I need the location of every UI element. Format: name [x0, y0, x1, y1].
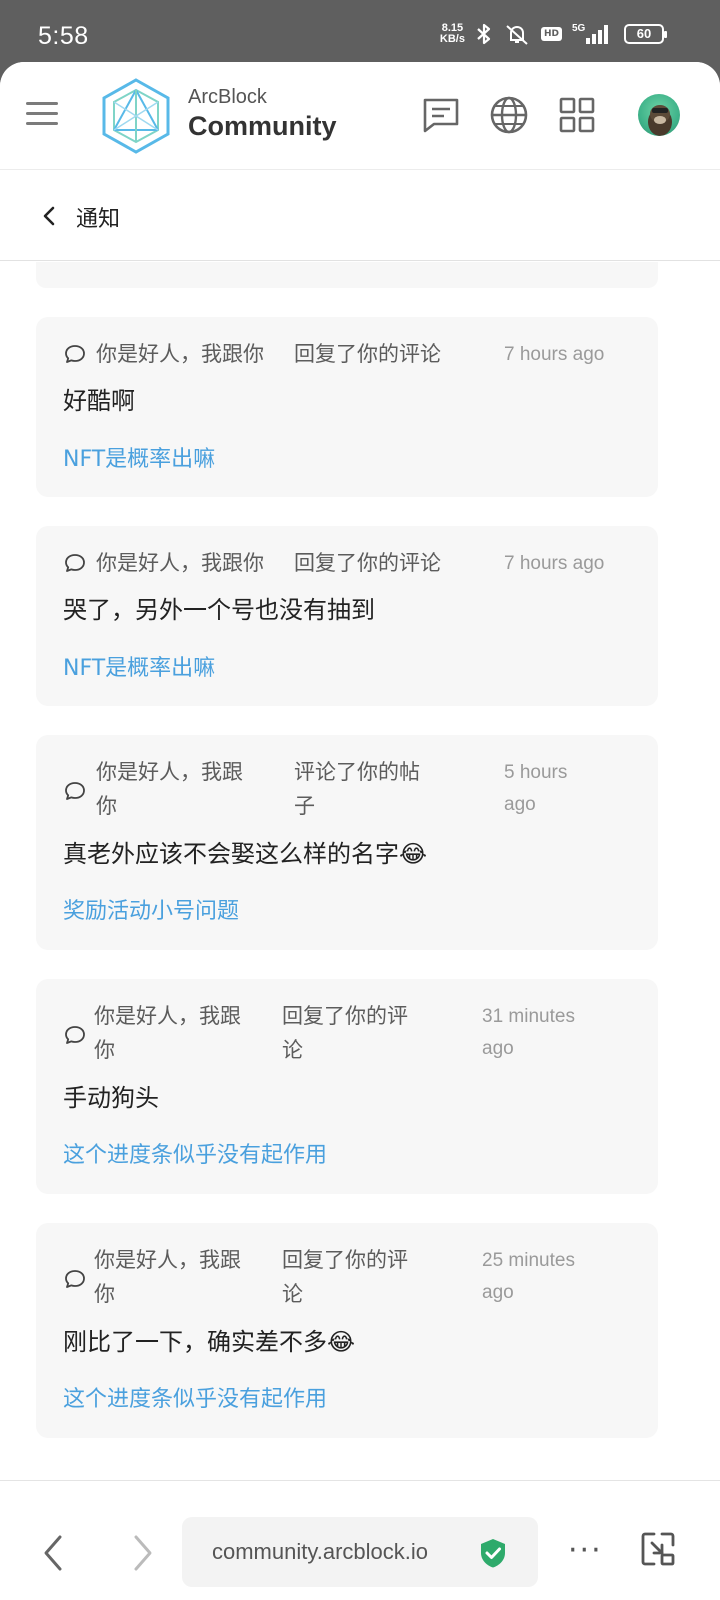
comment-bubble-icon	[65, 1270, 85, 1288]
notification-time-line: 5 hours	[504, 762, 568, 783]
notification-card[interactable]: 你是好人，我跟 你 评论了你的帖 子 5 hours ago 真老外应该不会娶这…	[36, 735, 658, 950]
brand-name-top: ArcBlock	[188, 86, 267, 108]
notification-time: 7 hours ago	[504, 344, 605, 365]
status-bar: 5:58 8.15 KB/s HD 5G 60	[0, 0, 720, 62]
notification-time-line: 25 minutes	[482, 1250, 575, 1271]
notification-content: 真老外应该不会娶这么样的名字😂	[63, 840, 428, 868]
notification-time: 25 minutes ago	[482, 1245, 575, 1309]
notification-user[interactable]: 你是好人，我跟你	[96, 337, 264, 371]
mute-bell-icon	[506, 25, 528, 45]
avatar-image-icon	[648, 105, 672, 136]
back-arrow-icon[interactable]	[40, 1533, 68, 1573]
more-options-icon[interactable]: ···	[568, 1536, 603, 1566]
notification-user-line: 你是好人，我跟	[94, 1004, 241, 1028]
secure-shield-icon	[481, 1539, 505, 1568]
notification-card-partial[interactable]	[36, 262, 658, 288]
notification-content: 手动狗头	[63, 1084, 159, 1112]
notification-user-line: 你	[94, 1038, 115, 1062]
notification-action-line: 论	[282, 1282, 303, 1306]
notification-topic-link[interactable]: 这个进度条似乎没有起作用	[63, 1381, 327, 1413]
notification-content: 哭了，另外一个号也没有抽到	[63, 596, 375, 624]
hd-badge: HD	[540, 27, 562, 41]
notification-user-line: 你是好人，我跟	[96, 760, 243, 784]
notification-topic-link[interactable]: 奖励活动小号问题	[63, 893, 239, 925]
notification-action: 回复了你的评论	[294, 342, 441, 366]
notification-action-line: 回复了你的评	[282, 1004, 408, 1028]
notification-action: 评论了你的帖 子	[294, 755, 420, 823]
browser-page: ArcBlock Community 通知 你是好人，我跟你 回复了你的评论 7…	[0, 62, 720, 1600]
comment-bubble-icon	[65, 782, 85, 800]
site-header: ArcBlock Community	[0, 62, 720, 170]
bluetooth-icon	[477, 23, 491, 45]
signal-icon: 5G	[572, 23, 608, 44]
browser-toolbar: community.arcblock.io ···	[0, 1480, 720, 1600]
apps-grid-icon[interactable]	[556, 94, 598, 136]
brand-name[interactable]: ArcBlock Community	[188, 86, 337, 142]
page-subheader: 通知	[0, 171, 720, 261]
notification-action-line: 评论了你的帖	[294, 760, 420, 784]
notification-time: 5 hours ago	[504, 757, 567, 821]
notification-time-line: ago	[482, 1038, 514, 1059]
forward-arrow-icon[interactable]	[128, 1533, 156, 1573]
status-time: 5:58	[38, 22, 89, 50]
notification-user-line: 你	[96, 794, 117, 818]
network-speed: 8.15 KB/s	[440, 23, 465, 45]
notification-user-line: 你是好人，我跟	[94, 1248, 241, 1272]
notification-content: 好酷啊	[63, 387, 135, 415]
message-icon[interactable]	[420, 94, 462, 136]
brand-name-bottom: Community	[188, 111, 337, 141]
notification-time-line: ago	[482, 1282, 514, 1303]
notification-action: 回复了你的评论	[294, 551, 441, 575]
comment-bubble-icon	[65, 554, 85, 572]
network-speed-unit: KB/s	[439, 33, 465, 45]
notification-topic-link[interactable]: NFT是概率出嘛	[63, 650, 215, 682]
notification-time: 7 hours ago	[504, 553, 605, 574]
notification-user-line: 你	[94, 1282, 115, 1306]
notification-card[interactable]: 你是好人，我跟你 回复了你的评论 7 hours ago 哭了，另外一个号也没有…	[36, 526, 658, 706]
notification-topic-link[interactable]: NFT是概率出嘛	[63, 441, 215, 473]
battery-indicator: 60	[624, 24, 667, 44]
notification-content: 刚比了一下，确实差不多😂	[63, 1328, 356, 1356]
notification-action-line: 子	[294, 794, 315, 818]
notification-card[interactable]: 你是好人，我跟你 回复了你的评论 7 hours ago 好酷啊 NFT是概率出…	[36, 317, 658, 497]
comment-bubble-icon	[65, 345, 85, 363]
globe-icon[interactable]	[488, 94, 530, 136]
user-avatar[interactable]	[638, 94, 680, 136]
back-chevron-icon[interactable]	[40, 205, 60, 227]
notification-action-line: 回复了你的评	[282, 1248, 408, 1272]
notification-user[interactable]: 你是好人，我跟 你	[96, 755, 243, 823]
comment-bubble-icon	[65, 1026, 85, 1044]
exit-fullscreen-icon[interactable]	[638, 1529, 678, 1569]
notification-action-line: 论	[282, 1038, 303, 1062]
hamburger-menu-icon[interactable]	[26, 102, 58, 126]
notification-time-line: ago	[504, 794, 536, 815]
status-icons: 8.15 KB/s HD 5G 60	[440, 22, 667, 46]
address-bar-url: community.arcblock.io	[212, 1539, 428, 1564]
notification-user[interactable]: 你是好人，我跟 你	[94, 1243, 241, 1311]
notification-card[interactable]: 你是好人，我跟 你 回复了你的评 论 25 minutes ago 刚比了一下，…	[36, 1223, 658, 1438]
notification-list: 你是好人，我跟你 回复了你的评论 7 hours ago 好酷啊 NFT是概率出…	[0, 262, 720, 1480]
notification-action: 回复了你的评 论	[282, 999, 408, 1067]
arcblock-logo-icon[interactable]	[100, 76, 172, 156]
notification-user[interactable]: 你是好人，我跟你	[96, 546, 264, 580]
notification-topic-link[interactable]: 这个进度条似乎没有起作用	[63, 1137, 327, 1169]
page-title: 通知	[76, 207, 121, 232]
notification-action: 回复了你的评 论	[282, 1243, 408, 1311]
address-bar[interactable]: community.arcblock.io	[182, 1517, 538, 1587]
notification-time-line: 31 minutes	[482, 1006, 575, 1027]
notification-user[interactable]: 你是好人，我跟 你	[94, 999, 241, 1067]
notification-time: 31 minutes ago	[482, 1001, 575, 1065]
svg-text:5G: 5G	[572, 23, 586, 34]
notification-card[interactable]: 你是好人，我跟 你 回复了你的评 论 31 minutes ago 手动狗头 这…	[36, 979, 658, 1194]
